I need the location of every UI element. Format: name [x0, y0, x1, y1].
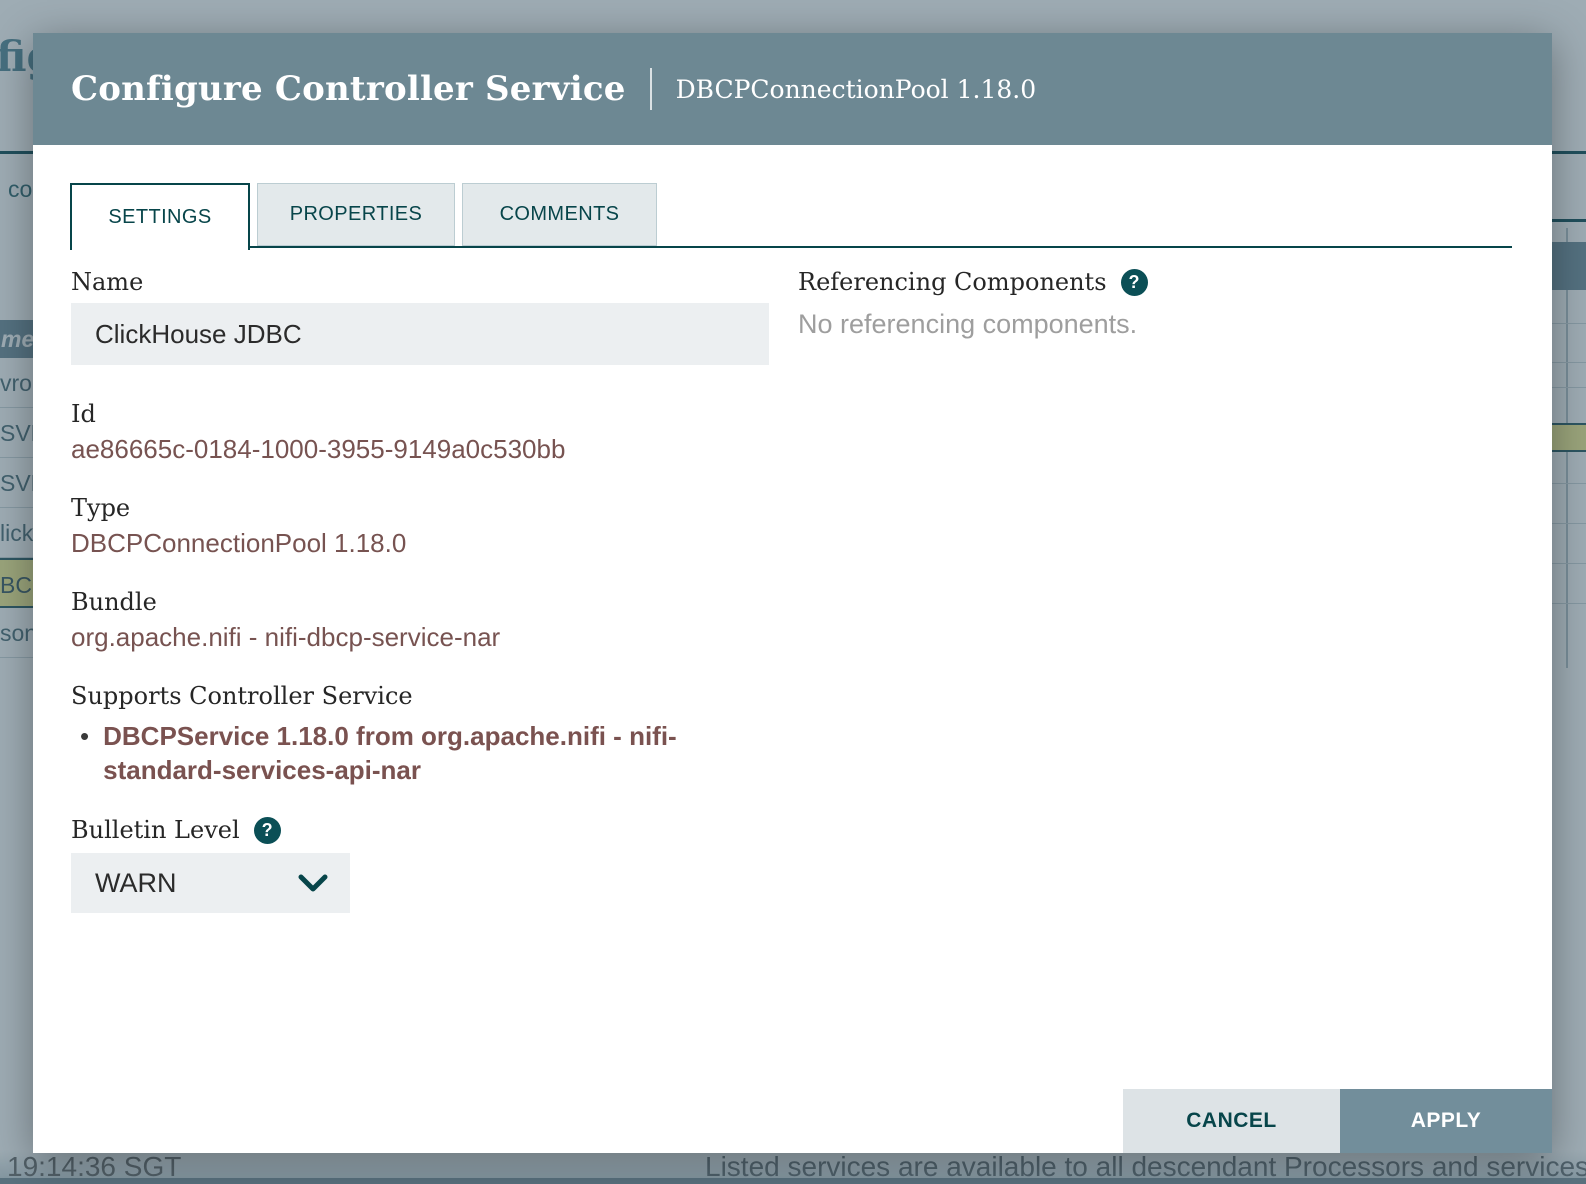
- help-icon[interactable]: ?: [254, 817, 281, 844]
- name-label: Name: [71, 267, 771, 297]
- cancel-button[interactable]: CANCEL: [1123, 1089, 1340, 1153]
- bulletin-level-label: Bulletin Level: [71, 815, 240, 845]
- settings-tab-content: Name Id ae86665c-0184-1000-3955-9149a0c5…: [33, 250, 1552, 1089]
- settings-left-column: Name Id ae86665c-0184-1000-3955-9149a0c5…: [71, 267, 771, 913]
- tab-bar: SETTINGS PROPERTIES COMMENTS: [70, 183, 1512, 248]
- bulletin-level-value: WARN: [95, 868, 177, 899]
- dialog-header: Configure Controller Service DBCPConnect…: [33, 33, 1552, 145]
- bullet-icon: •: [80, 719, 89, 787]
- no-referencing-components-text: No referencing components.: [798, 309, 1538, 340]
- tab-properties[interactable]: PROPERTIES: [257, 183, 455, 246]
- supports-controller-service-label: Supports Controller Service: [71, 681, 771, 711]
- id-label: Id: [71, 399, 771, 429]
- tab-settings[interactable]: SETTINGS: [70, 183, 250, 250]
- referencing-components-label: Referencing Components: [798, 267, 1107, 297]
- title-separator: [650, 68, 652, 110]
- dialog-subtitle: DBCPConnectionPool 1.18.0: [676, 75, 1037, 104]
- bundle-label: Bundle: [71, 587, 771, 617]
- supported-service-link[interactable]: • DBCPService 1.18.0 from org.apache.nif…: [71, 719, 761, 787]
- apply-button[interactable]: APPLY: [1340, 1089, 1552, 1153]
- type-label: Type: [71, 493, 771, 523]
- name-input[interactable]: [71, 303, 769, 365]
- id-value: ae86665c-0184-1000-3955-9149a0c530bb: [71, 433, 771, 465]
- supported-service-text: DBCPService 1.18.0 from org.apache.nifi …: [103, 719, 761, 787]
- tab-comments[interactable]: COMMENTS: [462, 183, 657, 246]
- type-value: DBCPConnectionPool 1.18.0: [71, 527, 771, 559]
- chevron-down-icon: [298, 874, 328, 892]
- configure-controller-service-dialog: Configure Controller Service DBCPConnect…: [33, 33, 1552, 1153]
- dialog-title: Configure Controller Service: [71, 69, 626, 109]
- help-icon[interactable]: ?: [1121, 269, 1148, 296]
- tab-underline: [70, 246, 1512, 248]
- bulletin-level-dropdown[interactable]: WARN: [71, 853, 350, 913]
- referencing-components-section: Referencing Components ? No referencing …: [798, 267, 1538, 340]
- dialog-action-buttons: CANCEL APPLY: [1123, 1089, 1552, 1153]
- bundle-value: org.apache.nifi - nifi-dbcp-service-nar: [71, 621, 771, 653]
